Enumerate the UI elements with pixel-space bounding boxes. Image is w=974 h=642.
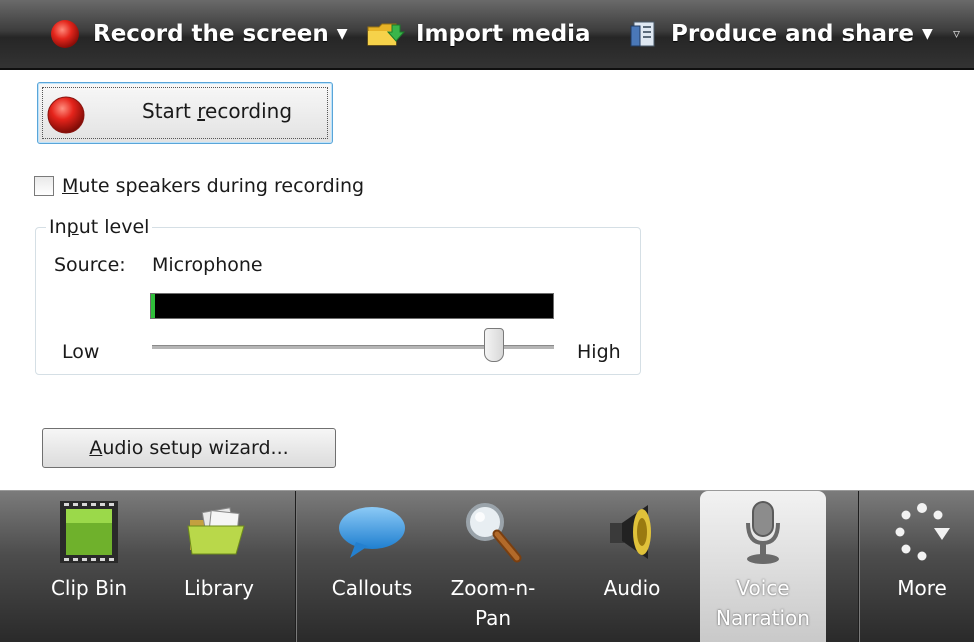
import-media-button[interactable]: Import media [366,0,591,68]
tab-label: Callouts [331,576,413,600]
slider-low-label: Low [62,341,100,363]
slider-high-label: High [577,341,621,363]
folder-import-icon [366,19,406,49]
label-part: ut level [78,216,150,238]
record-icon [46,95,86,139]
tab-clip-bin[interactable]: Clip Bin [30,491,148,642]
tab-audio[interactable]: Audio [568,491,696,642]
magnifier-icon [461,491,525,573]
audio-setup-wizard-button[interactable]: Audio setup wizard... [42,428,336,468]
tab-label: Clip Bin [50,576,128,600]
audio-setup-wizard-label: Audio setup wizard... [89,437,288,459]
tab-label: Library [184,576,254,600]
chevron-down-icon: ▼ [921,26,933,42]
record-screen-label: Record the screen [93,21,329,47]
input-level-legend: Input level [46,216,153,238]
speech-bubble-icon [336,491,408,573]
tab-voice-narration[interactable]: Voice Narration [700,491,826,642]
speaker-icon [604,491,660,573]
tab-label: Zoom-n- Pan [450,576,536,630]
record-icon [50,19,80,49]
toolbar-overflow-button[interactable]: ▿ [953,0,960,68]
tab-label: More [897,576,947,600]
label-part: udio setup wizard... [102,437,289,459]
tab-group-divider [858,491,859,642]
tab-label: Audio [603,576,661,600]
tab-label: Voice Narration [716,576,810,630]
label-part: Start [142,99,198,123]
folder-icon [186,491,252,573]
label-part: ecording [205,99,293,123]
more-icon [892,491,952,573]
start-recording-button[interactable]: Start recording [37,82,333,144]
tab-library[interactable]: Library [160,491,278,642]
source-value: Microphone [152,254,263,276]
label-part: ute speakers during recording [78,175,365,197]
produce-icon [628,19,658,49]
input-level-meter [150,293,554,319]
label-part: In [49,216,67,238]
mute-speakers-checkbox[interactable] [34,176,54,196]
record-screen-button[interactable]: Record the screen ▼ [50,0,348,68]
mute-speakers-option[interactable]: Mute speakers during recording [34,173,364,199]
access-key: M [62,175,79,197]
film-strip-icon [58,491,120,573]
main-toolbar: Record the screen ▼ Import media Produce… [0,0,974,70]
access-key: r [197,99,206,123]
voice-narration-panel: Start recording Mute speakers during rec… [0,70,974,490]
produce-share-label: Produce and share [671,21,914,47]
tab-callouts[interactable]: Callouts [312,491,432,642]
tab-more[interactable]: More [870,491,974,642]
mute-speakers-label: Mute speakers during recording [62,175,364,197]
produce-share-button[interactable]: Produce and share ▼ [628,0,933,68]
start-recording-label: Start recording [142,99,292,123]
tab-zoom-n-pan[interactable]: Zoom-n- Pan [437,491,549,642]
chevron-down-icon: ▼ [336,26,348,42]
task-tabs: Clip Bin Library Callouts Zoom-n- Pan Au… [0,490,974,642]
overflow-chevron-icon: ▿ [953,26,961,42]
access-key: p [66,216,79,238]
input-level-group: Input level Source: Microphone Low High [35,216,641,375]
import-media-label: Import media [416,21,591,47]
tab-group-divider [295,491,296,642]
input-level-slider-thumb[interactable] [483,328,504,362]
meter-fill [151,294,156,318]
source-label: Source: [54,254,126,276]
access-key: A [89,437,103,459]
microphone-icon [738,491,788,573]
